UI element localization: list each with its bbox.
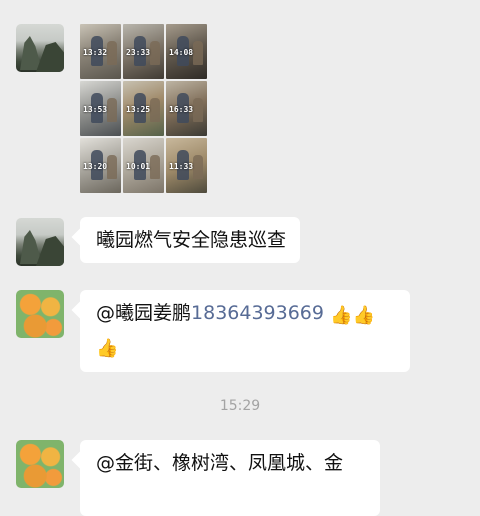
photo-timestamp: 13:20: [83, 162, 108, 171]
photo-thumbnail[interactable]: 23:33: [123, 24, 164, 79]
photo-thumbnail[interactable]: 10:01: [123, 138, 164, 193]
message-bubble[interactable]: @金街、橡树湾、凤凰城、金: [80, 440, 380, 516]
thumbs-up-icon: 👍: [352, 305, 375, 326]
photo-timestamp: 14:08: [169, 48, 194, 57]
photo-timestamp: 13:25: [126, 105, 151, 114]
photo-timestamp: 13:32: [83, 48, 108, 57]
photo-thumbnail[interactable]: 16:33: [166, 81, 207, 136]
photo-timestamp: 10:01: [126, 162, 151, 171]
photo-timestamp: 23:33: [126, 48, 151, 57]
time-divider: 15:29: [219, 398, 261, 414]
photo-thumbnail[interactable]: 11:33: [166, 138, 207, 193]
photo-thumbnail[interactable]: 13:53: [80, 81, 121, 136]
thumbs-up-icon: 👍: [330, 305, 353, 326]
photo-timestamp: 13:53: [83, 105, 108, 114]
avatar[interactable]: [16, 290, 64, 338]
phone-link[interactable]: 18364393669: [191, 302, 324, 324]
avatar[interactable]: [16, 440, 64, 488]
message-text: @金街、橡树湾、凤凰城、金: [96, 452, 344, 474]
mention-text: @曦园姜鹏: [96, 302, 192, 324]
thumbs-up-icon: 👍: [96, 338, 119, 359]
photo-thumbnail[interactable]: 13:20: [80, 138, 121, 193]
photo-thumbnail[interactable]: 14:08: [166, 24, 207, 79]
photo-timestamp: 11:33: [169, 162, 194, 171]
message-text: 曦园燃气安全隐患巡查: [96, 229, 287, 251]
message-bubble[interactable]: @曦园姜鹏18364393669 👍👍 👍: [80, 290, 410, 372]
avatar[interactable]: [16, 24, 64, 72]
photo-grid-message[interactable]: 13:32 23:33 14:08 13:53 13:25 16:33 13:2…: [80, 24, 208, 194]
photo-thumbnail[interactable]: 13:25: [123, 81, 164, 136]
avatar[interactable]: [16, 218, 64, 266]
photo-thumbnail[interactable]: 13:32: [80, 24, 121, 79]
message-bubble[interactable]: 曦园燃气安全隐患巡查: [80, 217, 301, 263]
photo-timestamp: 16:33: [169, 105, 194, 114]
